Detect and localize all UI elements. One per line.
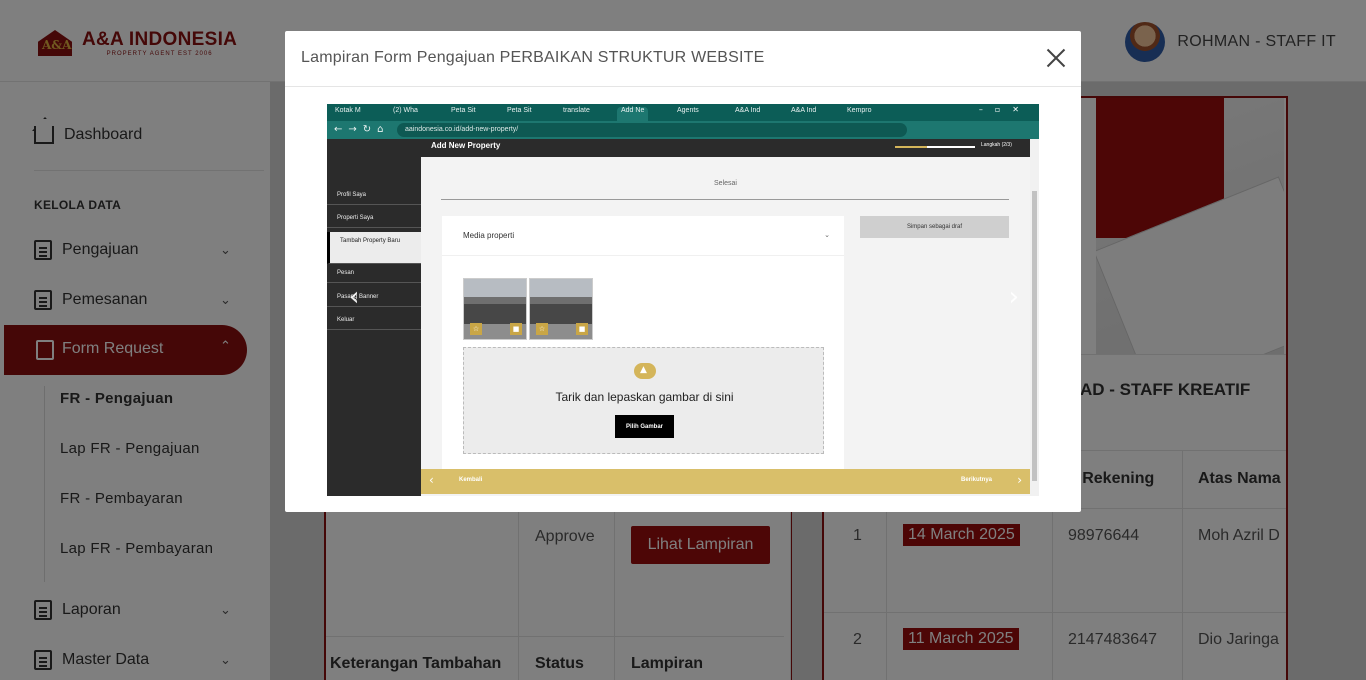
attachment-image: Kotak M (2) Wha Peta Sit Peta Sit transl…: [327, 104, 1039, 496]
window-controls-icon: –▫✕: [978, 105, 1031, 114]
carousel-prev-icon[interactable]: ‹: [349, 282, 359, 312]
browser-addressbar: ←→↻⌂ aaindonesia.co.id/add-new-property/…: [327, 105, 1039, 139]
wp-page-header: Add New Property Langkah (2/3): [421, 139, 1030, 157]
wp-menu-item: Pesan: [327, 264, 421, 283]
browser-tab: (2) Wha: [393, 107, 418, 114]
wp-footer-nav: ‹ Kembali Berikutnya ›: [421, 469, 1030, 494]
attachment-modal: Lampiran Form Pengajuan PERBAIKAN STRUKT…: [285, 31, 1081, 512]
step-label: Selesai: [714, 180, 737, 187]
trash-icon: ■: [510, 323, 522, 335]
wp-menu-item: Properti Saya: [327, 209, 421, 228]
chevron-down-icon: ⌄: [824, 231, 830, 239]
property-photo: ☆ ■: [463, 278, 527, 340]
browser-tab: translate: [563, 107, 590, 114]
chevron-right-icon: ›: [1017, 473, 1022, 487]
browser-tabbar: Kotak M (2) Wha Peta Sit Peta Sit transl…: [327, 104, 1039, 121]
star-icon: ☆: [470, 323, 482, 335]
browser-tab: Peta Sit: [451, 107, 476, 114]
upload-dropzone: Tarik dan lepaskan gambar di sini Pilih …: [463, 347, 824, 454]
wp-menu-item-active: Tambah Property Baru: [327, 232, 421, 264]
step-progress: [895, 146, 975, 148]
cloud-upload-icon: [634, 363, 656, 379]
wp-sidebar: Profil Saya Properti Saya Tambah Propert…: [327, 139, 421, 496]
scrollbar: [1030, 139, 1039, 496]
browser-tab: Kotak M: [335, 107, 361, 114]
pick-image-button: Pilih Gambar: [615, 415, 674, 438]
wp-page: Add New Property Langkah (2/3) Selesai M…: [421, 139, 1030, 496]
save-draft-button: Simpan sebagai draf: [860, 216, 1009, 238]
browser-nav-icons: ←→↻⌂: [334, 124, 390, 135]
trash-icon: ■: [576, 323, 588, 335]
browser-tab-active: Add Ne: [617, 107, 649, 121]
chevron-left-icon: ‹: [429, 473, 434, 487]
property-photo: ☆ ■: [529, 278, 593, 340]
wp-menu-item: Keluar: [327, 311, 421, 330]
close-icon[interactable]: [1045, 47, 1067, 69]
browser-tab: Kempro: [847, 107, 872, 114]
wp-menu-item: Pasang Banner: [327, 288, 421, 307]
modal-title: Lampiran Form Pengajuan PERBAIKAN STRUKT…: [301, 49, 765, 66]
browser-tab: Agents: [677, 107, 699, 114]
browser-url: aaindonesia.co.id/add-new-property/: [397, 123, 907, 137]
modal-header: Lampiran Form Pengajuan PERBAIKAN STRUKT…: [285, 31, 1081, 87]
browser-tab: A&A Ind: [791, 107, 817, 114]
browser-tab: A&A Ind: [735, 107, 761, 114]
wp-menu-item: Profil Saya: [327, 186, 421, 205]
media-card: Media properti ⌄ ☆■ ☆■ Tarik dan lepaska…: [442, 216, 844, 471]
star-icon: ☆: [536, 323, 548, 335]
browser-tab: Peta Sit: [507, 107, 532, 114]
carousel-next-icon[interactable]: ›: [1009, 282, 1019, 312]
